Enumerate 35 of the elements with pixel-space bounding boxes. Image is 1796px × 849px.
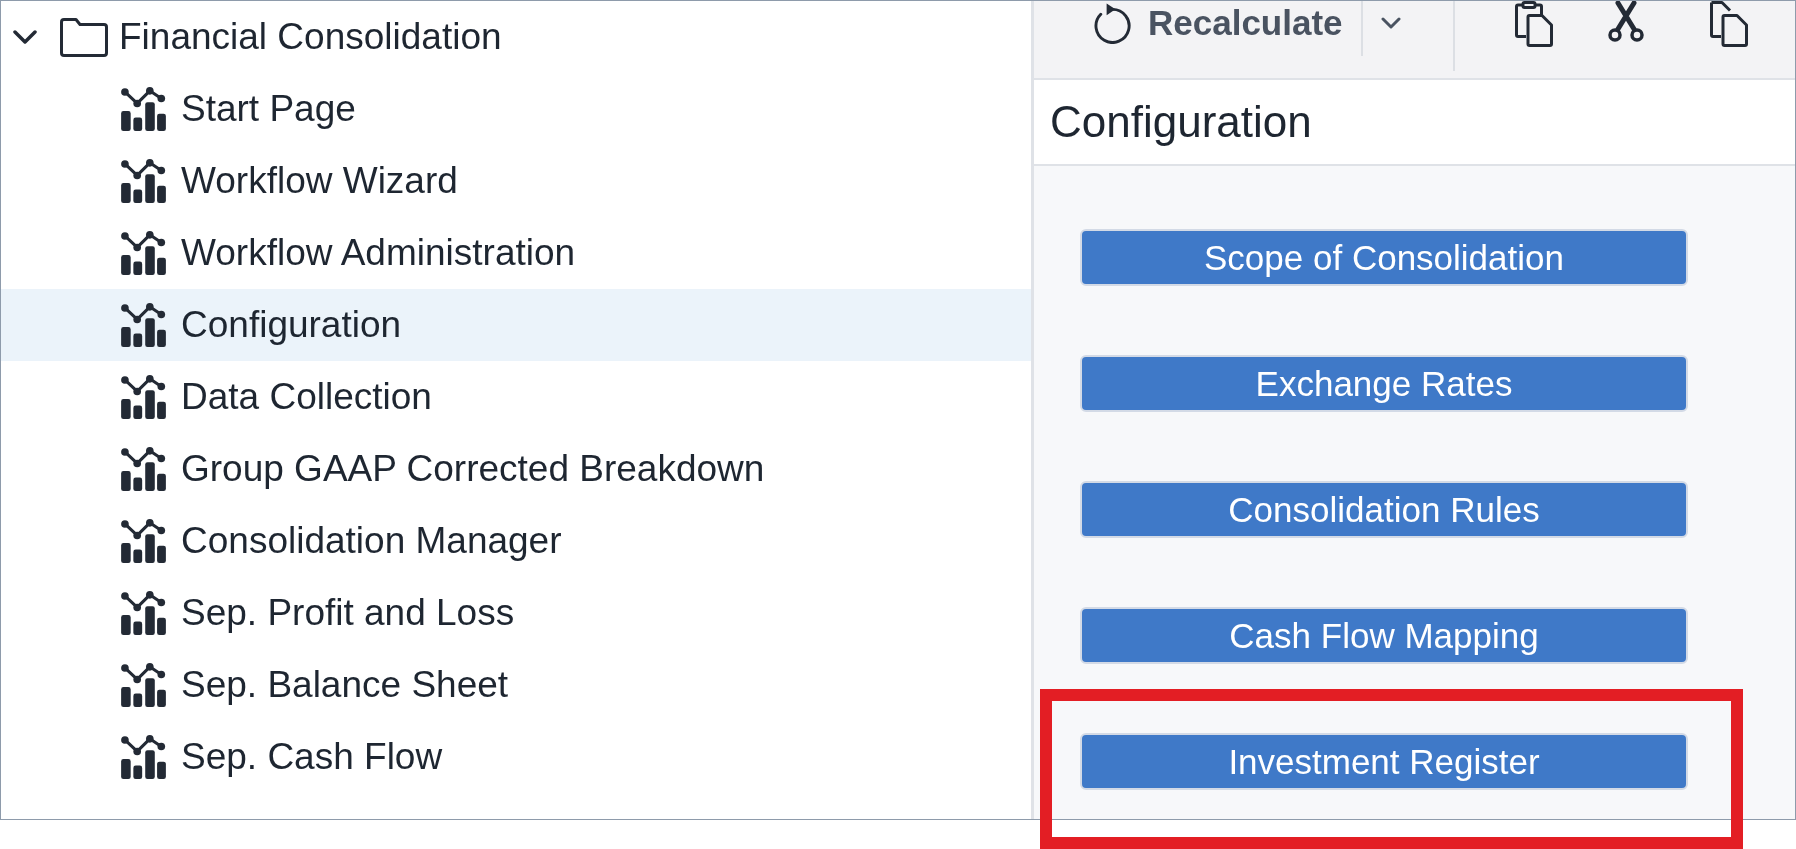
tree-item[interactable]: Consolidation Manager <box>1 505 1031 577</box>
folder-icon <box>60 17 108 57</box>
tree-item[interactable]: Configuration <box>1 289 1031 361</box>
chart-icon <box>121 447 166 491</box>
action-button[interactable]: Scope of Consolidation <box>1080 229 1688 286</box>
clipboard-icon[interactable] <box>1514 1 1553 47</box>
chart-icon <box>121 735 166 779</box>
action-button[interactable]: Investment Register <box>1080 733 1688 790</box>
chart-icon <box>121 663 166 707</box>
chart-icon <box>121 375 166 419</box>
chart-icon <box>121 591 166 635</box>
tree-item[interactable]: Sep. Profit and Loss <box>1 577 1031 649</box>
tree-item[interactable]: Financial Consolidation <box>1 1 1031 73</box>
refresh-icon <box>1093 2 1132 44</box>
tree-item[interactable]: Data Collection <box>1 361 1031 433</box>
copy-icon[interactable] <box>1709 1 1748 47</box>
tree-item[interactable]: Sep. Cash Flow <box>1 721 1031 793</box>
recalculate-button[interactable]: Recalculate <box>1093 1 1343 45</box>
chart-icon <box>121 303 166 347</box>
chart-icon <box>121 159 166 203</box>
chart-icon <box>121 231 166 275</box>
tree-item[interactable]: Workflow Wizard <box>1 145 1031 217</box>
tree-item[interactable]: Workflow Administration <box>1 217 1031 289</box>
action-button[interactable]: Consolidation Rules <box>1080 481 1688 538</box>
tree-item[interactable]: Start Page <box>1 73 1031 145</box>
chevron-down-icon <box>1380 17 1401 29</box>
tree-item[interactable]: Sep. Balance Sheet <box>1 649 1031 721</box>
action-button[interactable]: Cash Flow Mapping <box>1080 607 1688 664</box>
panel-title: Configuration <box>1050 97 1312 147</box>
chart-icon <box>121 519 166 563</box>
chevron-icon[interactable] <box>13 30 37 44</box>
tree-item[interactable]: Group GAAP Corrected Breakdown <box>1 433 1031 505</box>
action-button[interactable]: Exchange Rates <box>1080 355 1688 412</box>
chart-icon <box>121 87 166 131</box>
scissors-icon[interactable] <box>1607 1 1644 43</box>
